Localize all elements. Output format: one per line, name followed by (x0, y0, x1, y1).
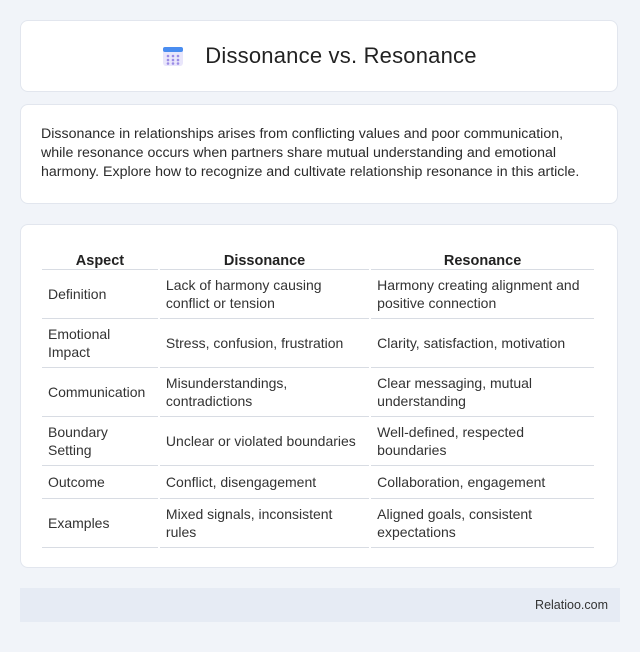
row-dissonance: Lack of harmony causing conflict or tens… (159, 270, 370, 319)
row-dissonance: Conflict, disengagement (159, 466, 370, 499)
table-row: Definition Lack of harmony causing confl… (42, 270, 594, 319)
row-aspect: Examples (42, 499, 158, 548)
title-card: Dissonance vs. Resonance (20, 20, 618, 92)
header-resonance: Resonance (371, 243, 594, 270)
row-resonance: Collaboration, engagement (371, 466, 594, 499)
calendar-icon (161, 44, 185, 68)
row-dissonance: Unclear or violated boundaries (159, 417, 370, 466)
table-row: Boundary Setting Unclear or violated bou… (42, 417, 594, 466)
footer-bar: Relatioo.com (20, 588, 620, 622)
comparison-table: Aspect Dissonance Resonance Definition L… (40, 243, 596, 548)
table-row: Examples Mixed signals, inconsistent rul… (42, 499, 594, 548)
table-row: Emotional Impact Stress, confusion, frus… (42, 319, 594, 368)
table-row: Outcome Conflict, disengagement Collabor… (42, 466, 594, 499)
row-resonance: Clear messaging, mutual understanding (371, 368, 594, 417)
header-aspect: Aspect (42, 243, 158, 270)
row-dissonance: Stress, confusion, frustration (159, 319, 370, 368)
row-dissonance: Misunderstandings, contradictions (159, 368, 370, 417)
row-resonance: Harmony creating alignment and positive … (371, 270, 594, 319)
row-resonance: Aligned goals, consistent expectations (371, 499, 594, 548)
row-aspect: Communication (42, 368, 158, 417)
row-aspect: Outcome (42, 466, 158, 499)
row-resonance: Clarity, satisfaction, motivation (371, 319, 594, 368)
table-row: Communication Misunderstandings, contrad… (42, 368, 594, 417)
table-header-row: Aspect Dissonance Resonance (42, 243, 594, 270)
header-dissonance: Dissonance (159, 243, 370, 270)
row-aspect: Emotional Impact (42, 319, 158, 368)
page-title: Dissonance vs. Resonance (205, 43, 477, 68)
intro-text: Dissonance in relationships arises from … (41, 126, 580, 180)
comparison-table-card: Aspect Dissonance Resonance Definition L… (20, 224, 618, 568)
row-aspect: Boundary Setting (42, 417, 158, 466)
intro-card: Dissonance in relationships arises from … (20, 104, 618, 204)
row-resonance: Well-defined, respected boundaries (371, 417, 594, 466)
footer-brand[interactable]: Relatioo.com (535, 598, 608, 612)
row-aspect: Definition (42, 270, 158, 319)
row-dissonance: Mixed signals, inconsistent rules (159, 499, 370, 548)
